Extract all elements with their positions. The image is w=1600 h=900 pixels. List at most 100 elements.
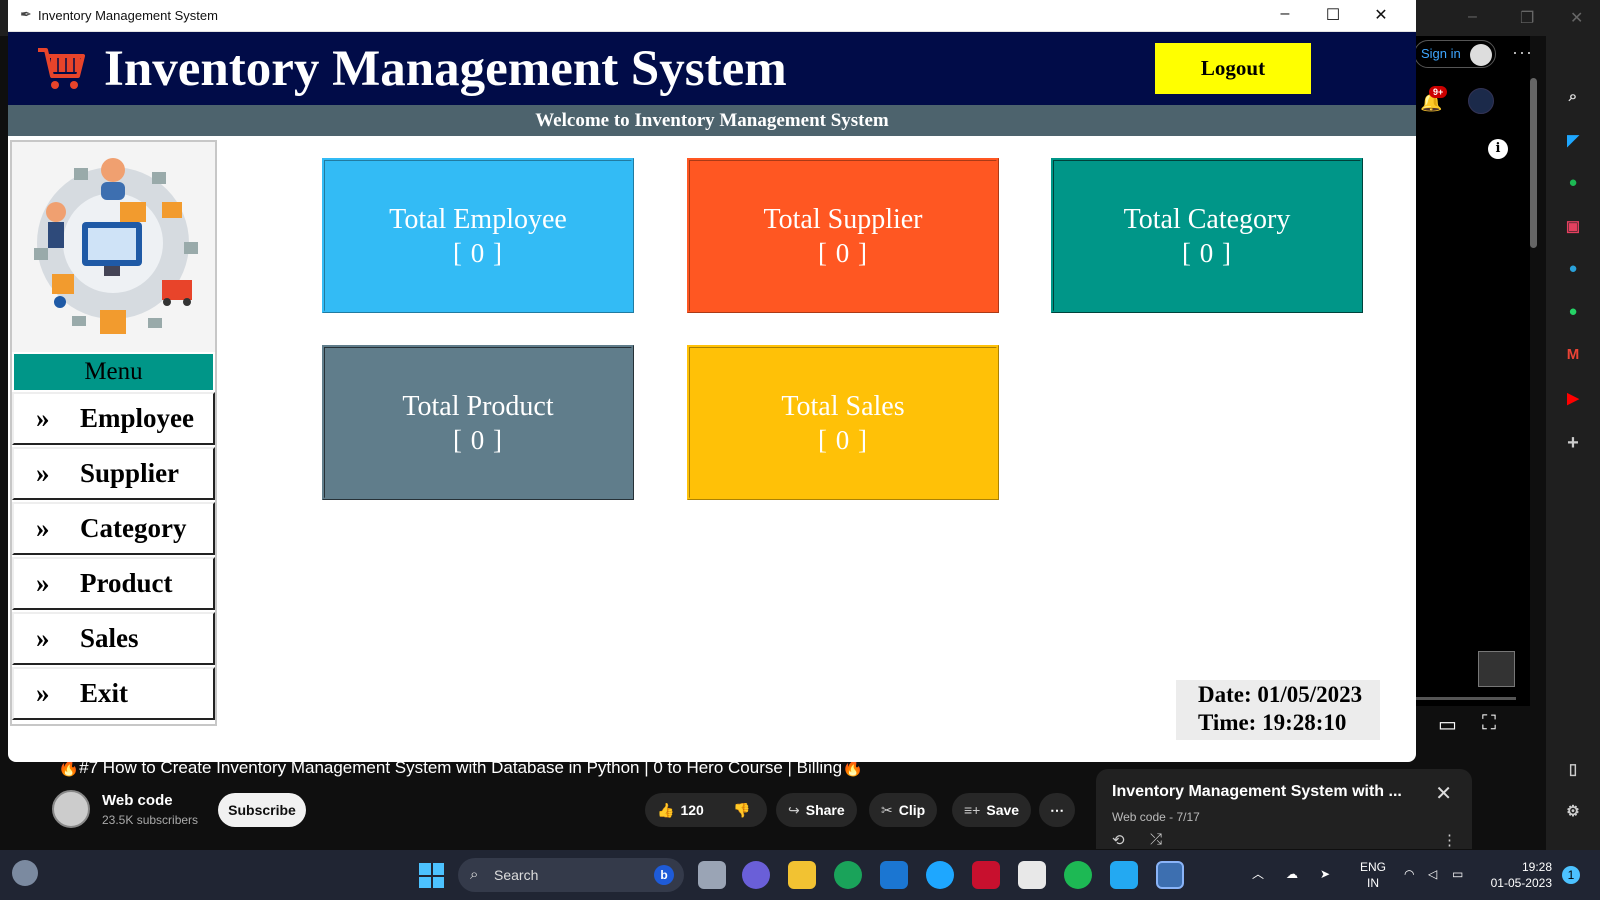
inventory-app-window: ✒ Inventory Management System – ☐ ✕ Inve…	[8, 0, 1416, 762]
location-icon[interactable]: ➤	[1320, 866, 1330, 882]
save-button[interactable]: ≡+ Save	[952, 793, 1032, 827]
window-titlebar[interactable]: ✒ Inventory Management System – ☐ ✕	[8, 0, 1416, 32]
card-value: [ 0 ]	[453, 425, 503, 455]
more-actions-button[interactable]: ⋯	[1039, 793, 1075, 827]
clip-label: Clip	[898, 802, 926, 818]
hp-app-icon[interactable]	[880, 861, 908, 889]
share-label: Share	[805, 802, 845, 818]
tk-feather-icon: ✒	[20, 6, 32, 22]
menu-item-label: Product	[80, 568, 173, 598]
microsoft-store-icon[interactable]	[1018, 861, 1046, 889]
wifi-icon[interactable]: ◠	[1404, 866, 1414, 882]
weather-icon[interactable]	[12, 860, 38, 886]
scrollbar-thumb[interactable]	[1530, 78, 1537, 248]
search-icon[interactable]: ⌕	[1546, 88, 1600, 105]
maximize-icon[interactable]: ☐	[1318, 5, 1348, 25]
language-line-2: IN	[1367, 876, 1379, 890]
vscode-icon[interactable]	[1110, 861, 1138, 889]
channel-name[interactable]: Web code	[102, 792, 173, 809]
window-title: Inventory Management System	[38, 8, 218, 23]
close-playlist-icon[interactable]: ✕	[1435, 781, 1452, 806]
edge-browser-icon[interactable]	[834, 861, 862, 889]
card-value: [ 0 ]	[453, 238, 503, 268]
settings-icon[interactable]: ⚙	[1546, 802, 1600, 820]
card-value: [ 0 ]	[818, 238, 868, 268]
sign-in-button[interactable]: Sign in	[1414, 40, 1496, 68]
whatsapp-icon[interactable]: ●	[1546, 303, 1600, 320]
welcome-banner: Welcome to Inventory Management System	[8, 105, 1416, 136]
notification-count-badge[interactable]: 1	[1562, 866, 1580, 884]
clock-date: 01-05-2023	[1490, 876, 1552, 890]
video-progress-bar[interactable]	[1414, 697, 1516, 700]
volume-icon[interactable]: ◁	[1428, 866, 1437, 882]
language-line-1: ENG	[1359, 860, 1386, 874]
menu-product-button[interactable]: » Product	[12, 557, 215, 610]
double-chevron-icon: »	[36, 513, 50, 543]
minimize-icon[interactable]: –	[1270, 5, 1300, 23]
bing-icon[interactable]: b	[654, 865, 674, 885]
system-clock[interactable]: 19:28 01-05-2023	[1480, 859, 1552, 891]
menu-item-label: Exit	[80, 678, 129, 708]
card-title: Total Supplier	[763, 204, 923, 235]
channel-avatar-large[interactable]	[52, 790, 90, 828]
card-title: Total Category	[1123, 204, 1291, 235]
add-icon[interactable]: +	[1546, 432, 1600, 455]
thumbs-down-icon[interactable]: 👎	[733, 793, 750, 827]
shuffle-icon[interactable]: ⤮	[1150, 831, 1162, 848]
double-chevron-icon: »	[36, 568, 50, 598]
menu-item-label: Employee	[80, 403, 194, 433]
menu-exit-button[interactable]: » Exit	[12, 667, 215, 720]
fullscreen-icon[interactable]: ⛶	[1482, 712, 1496, 735]
info-icon[interactable]: i	[1488, 139, 1508, 159]
menu-employee-button[interactable]: » Employee	[12, 392, 215, 445]
theater-mode-icon[interactable]: ▭	[1438, 712, 1457, 737]
browser-restore-icon[interactable]: ❐	[1520, 8, 1534, 28]
youtube-icon[interactable]: ▶	[1546, 389, 1600, 407]
gmail-icon[interactable]: M	[1546, 346, 1600, 363]
shopping-icon[interactable]: ◤	[1546, 131, 1600, 149]
instagram-icon[interactable]: ▣	[1546, 217, 1600, 235]
telegram-icon[interactable]: ●	[1546, 260, 1600, 277]
share-button[interactable]: ↪ Share	[776, 793, 857, 827]
subscribe-button[interactable]: Subscribe	[218, 793, 306, 827]
thumbs-up-icon[interactable]: 👍	[657, 802, 674, 818]
like-count[interactable]: 120	[680, 802, 703, 818]
show-hidden-icons-icon[interactable]: ︿	[1252, 866, 1264, 882]
edge-sidebar: ⌕ ◤ ● ▣ ● ● M ▶ + ▯ ⚙	[1546, 36, 1600, 850]
menu-supplier-button[interactable]: » Supplier	[12, 447, 215, 500]
onedrive-icon[interactable]: ☁	[1286, 866, 1298, 882]
spotify-icon[interactable]: ●	[1546, 174, 1600, 191]
clip-button[interactable]: ✂ Clip	[869, 793, 938, 827]
battery-icon[interactable]: ▭	[1452, 866, 1463, 882]
scissors-icon: ✂	[881, 802, 893, 818]
loop-icon[interactable]: ⟲	[1112, 831, 1125, 849]
notification-badge: 9+	[1429, 86, 1448, 98]
windows-start-icon[interactable]	[419, 863, 444, 888]
date-label: Date: 01/05/2023	[1198, 682, 1363, 707]
file-explorer-icon[interactable]	[788, 861, 816, 889]
mcafee-icon[interactable]	[972, 861, 1000, 889]
total-product-card: Total Product [ 0 ]	[322, 345, 634, 500]
left-menu-panel: Menu » Employee » Supplier » Category » …	[10, 140, 217, 726]
teams-chat-icon[interactable]	[742, 861, 770, 889]
taskbar-search[interactable]: ⌕ Search b	[458, 858, 684, 892]
close-icon[interactable]: ✕	[1366, 5, 1396, 25]
help-icon[interactable]	[926, 861, 954, 889]
channel-avatar[interactable]	[1468, 88, 1494, 114]
playlist-panel: Inventory Management System with ... Web…	[1096, 769, 1472, 849]
more-options-icon[interactable]: ···	[1512, 42, 1533, 63]
logout-button[interactable]: Logout	[1155, 43, 1311, 94]
spotify-taskbar-icon[interactable]	[1064, 861, 1092, 889]
playlist-title[interactable]: Inventory Management System with ...	[1112, 783, 1402, 801]
sidebar-panel-icon[interactable]: ▯	[1546, 760, 1600, 778]
python-app-icon[interactable]	[1156, 861, 1184, 889]
task-view-icon[interactable]	[698, 861, 726, 889]
menu-sales-button[interactable]: » Sales	[12, 612, 215, 665]
browser-minimize-icon[interactable]: –	[1468, 8, 1477, 26]
language-indicator[interactable]: ENG IN	[1356, 859, 1390, 891]
playlist-menu-icon[interactable]: ⋮	[1442, 831, 1457, 849]
card-value: [ 0 ]	[818, 425, 868, 455]
browser-close-icon[interactable]: ✕	[1570, 8, 1583, 28]
total-employee-card: Total Employee [ 0 ]	[322, 158, 634, 313]
menu-category-button[interactable]: » Category	[12, 502, 215, 555]
